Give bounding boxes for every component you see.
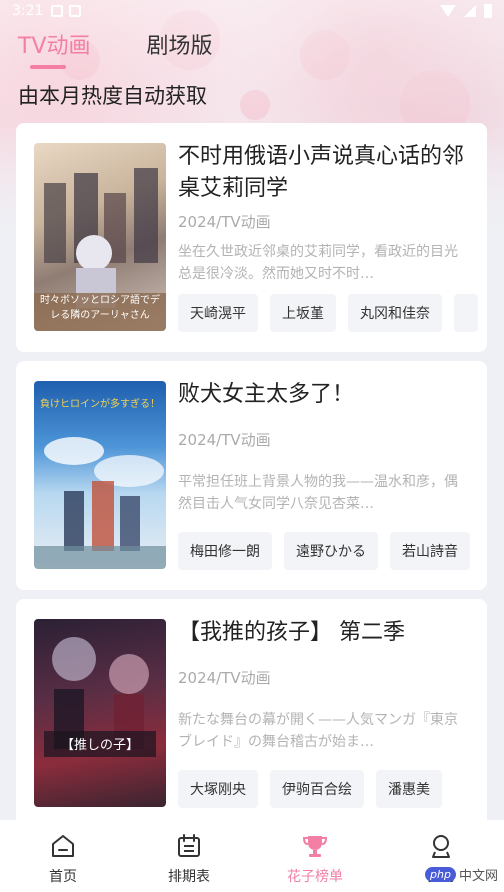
- tab-movie[interactable]: 剧场版: [147, 28, 213, 60]
- cast-chip[interactable]: 遠野ひかる: [284, 532, 378, 570]
- cover-title-text: 負けヒロインが多すぎる！: [40, 399, 160, 410]
- nav-home[interactable]: 首页: [0, 820, 126, 892]
- cast-chip[interactable]: 天崎滉平: [178, 294, 258, 332]
- anime-description: 坐在久世政近邻桌的艾莉同学，看政近的目光总是很冷淡。然而她又时不时…: [178, 244, 458, 282]
- anime-year-type: 2024/TV动画: [178, 431, 271, 449]
- trophy-icon: [302, 836, 328, 857]
- anime-title: 【我推的孩子】 第二季: [178, 620, 405, 645]
- site-watermark: php 中文网: [425, 865, 498, 884]
- anime-title: 败犬女主太多了！: [178, 382, 355, 407]
- anime-cover-image: 【推しの子】: [34, 619, 166, 807]
- nav-schedule[interactable]: 排期表: [126, 820, 252, 892]
- cover-title-text: 【推しの子】: [60, 738, 139, 753]
- nav-label: 花子榜单: [287, 869, 343, 885]
- anime-card[interactable]: 时々ボソッとロシア語でデレる隣のアーリャさん 不时用俄语小声说真心话的邻桌艾莉同…: [16, 123, 487, 352]
- anime-year-type: 2024/TV动画: [178, 213, 271, 231]
- home-icon: [52, 835, 74, 857]
- calendar-icon: [178, 834, 200, 857]
- tab-label: TV动画: [18, 34, 91, 59]
- profile-icon: [432, 835, 450, 858]
- cast-chip[interactable]: [454, 294, 478, 332]
- tab-tv-anime[interactable]: TV动画: [18, 28, 91, 69]
- status-time: 3:21: [12, 3, 44, 19]
- anime-description: 平常担任班上背景人物的我——温水和彦，偶然目击人气女同学八奈见杏菜…: [178, 474, 458, 512]
- wifi-icon: [440, 5, 456, 17]
- cast-chip[interactable]: 上坂堇: [270, 294, 336, 332]
- cast-chip[interactable]: 若山詩音: [390, 532, 470, 570]
- anime-card[interactable]: 【推しの子】 【我推的孩子】 第二季 2024/TV动画 新たな舞台の幕が開く—…: [16, 599, 487, 828]
- nav-label: 排期表: [168, 869, 210, 885]
- cast-chip[interactable]: 伊驹百合绘: [270, 770, 364, 808]
- nav-label: 首页: [49, 869, 77, 885]
- image-notification-icon: [51, 5, 64, 17]
- cast-chip[interactable]: 潘惠美: [376, 770, 442, 808]
- cast-chip[interactable]: 梅田修一朗: [178, 532, 272, 570]
- tab-label: 剧场版: [146, 34, 213, 59]
- cast-chip[interactable]: 丸冈和佳奈: [348, 294, 442, 332]
- category-tabs: TV动画 剧场版: [0, 28, 251, 72]
- watermark-logo: php: [425, 867, 456, 882]
- app-notification-icon: [69, 5, 82, 17]
- nav-ranking[interactable]: 花子榜单: [252, 820, 378, 892]
- anime-year-type: 2024/TV动画: [178, 669, 271, 687]
- active-tab-indicator: [30, 65, 66, 69]
- anime-title: 不时用俄语小声说真心话的邻桌艾莉同学: [178, 144, 465, 201]
- cast-list: 梅田修一朗 遠野ひかる 若山詩音: [178, 532, 487, 570]
- cast-list: 大塚刚央 伊驹百合绘 潘惠美: [178, 770, 487, 808]
- cover-title-text: 时々ボソッとロシア語でデレる隣のアーリャさん: [40, 295, 160, 321]
- signal-icon: [464, 5, 476, 17]
- anime-card[interactable]: 負けヒロインが多すぎる！ 败犬女主太多了！ 2024/TV动画 平常担任班上背景…: [16, 361, 487, 590]
- anime-cover-image: 时々ボソッとロシア語でデレる隣のアーリャさん: [34, 143, 166, 331]
- cast-list: 天崎滉平 上坂堇 丸冈和佳奈: [178, 294, 487, 332]
- cast-chip[interactable]: 大塚刚央: [178, 770, 258, 808]
- anime-description: 新たな舞台の幕が開く——人気マンガ『東京ブレイド』の舞台稽古が始ま…: [178, 712, 458, 750]
- battery-icon: [484, 4, 492, 18]
- status-bar: 3:21: [0, 0, 504, 22]
- anime-cover-image: 負けヒロインが多すぎる！: [34, 381, 166, 569]
- list-subtitle: 由本月热度自动获取: [18, 84, 207, 108]
- watermark-text: 中文网: [458, 869, 498, 884]
